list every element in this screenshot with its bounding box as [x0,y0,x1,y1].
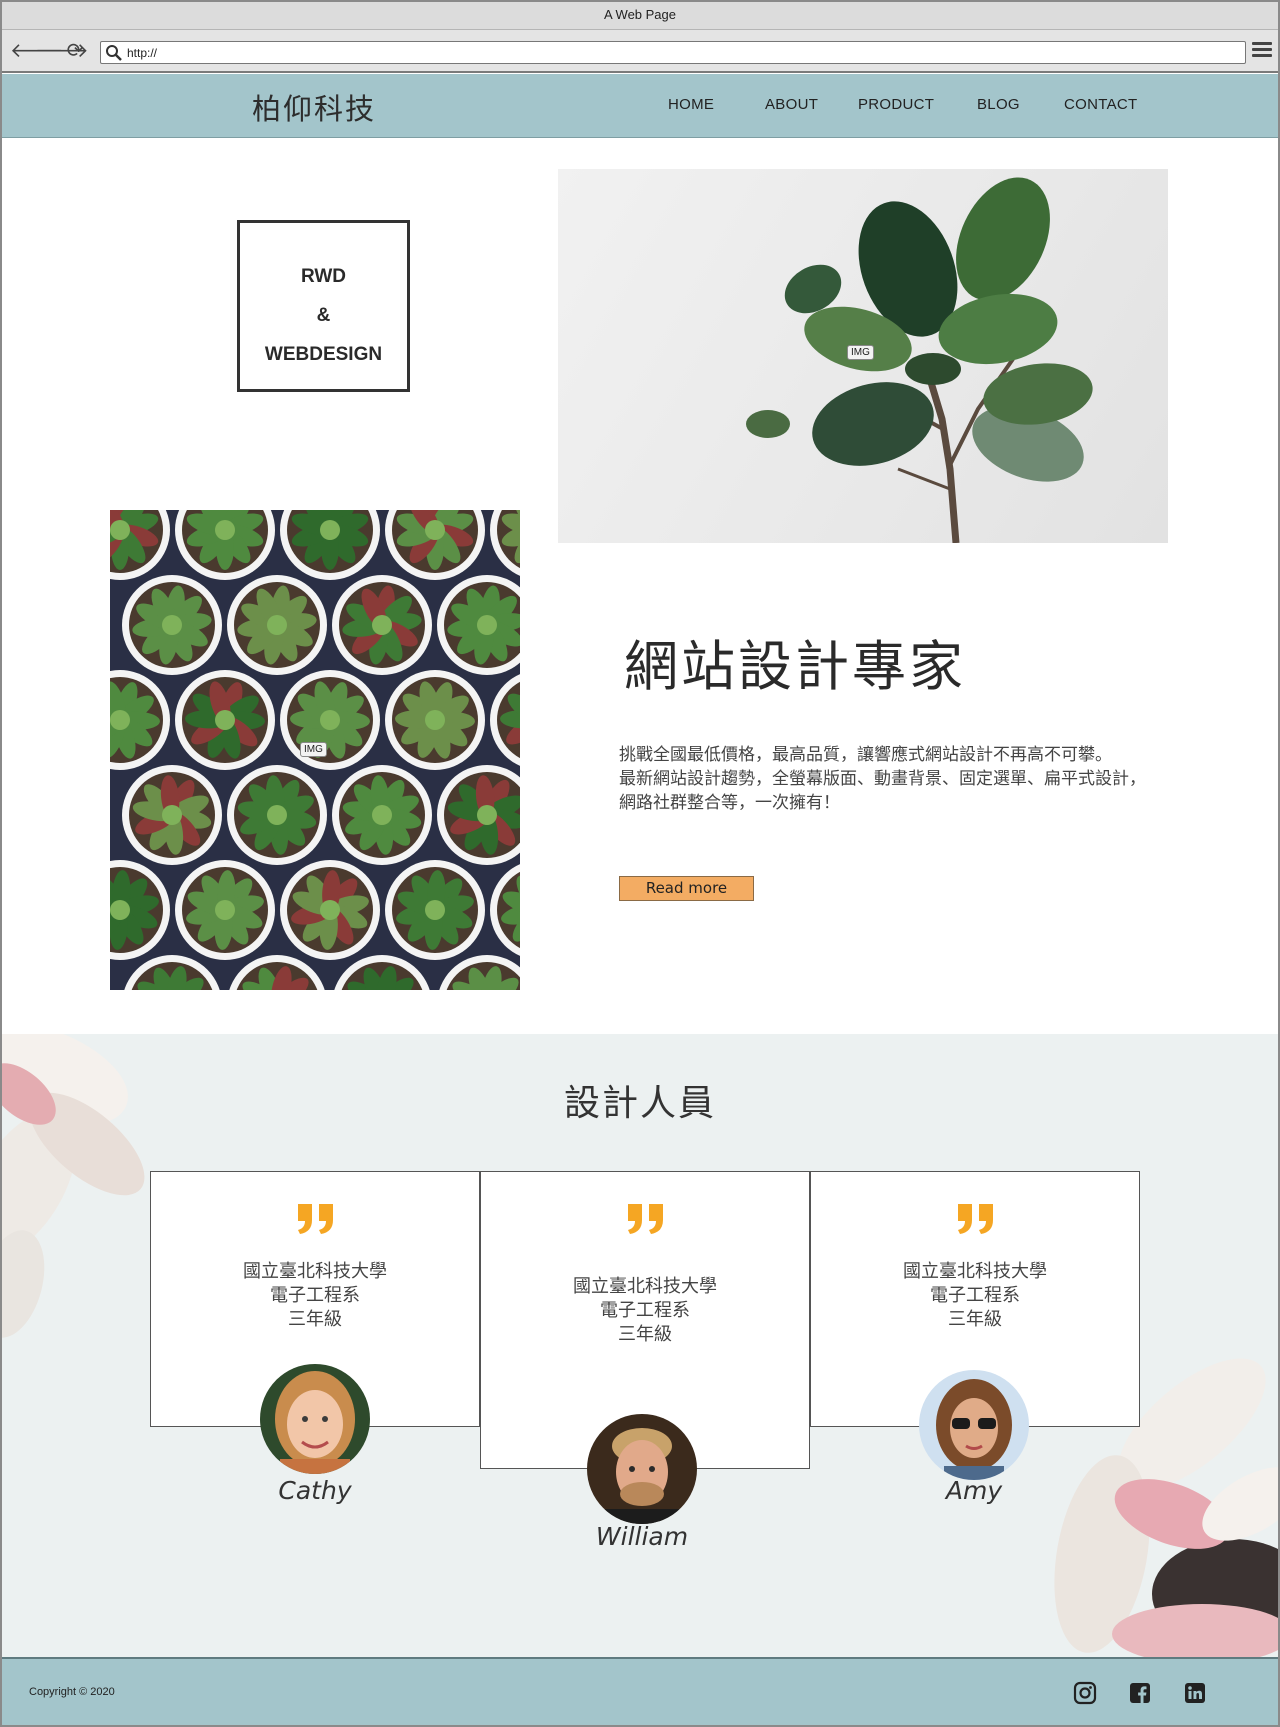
copyright-text: Copyright © 2020 [29,1686,115,1698]
member-name: William [595,1522,689,1551]
team-title: 設計人員 [563,1083,716,1124]
facebook-icon[interactable] [1128,1681,1152,1705]
address-bar[interactable] [100,41,1246,64]
site-header: 柏仰科技 HOME ABOUT PRODUCT BLOG CONTACT [2,74,1278,138]
team-section: 設計人員 國立臺北科技大學 電子工程系 三年級 國立臺北科技大學 電子工程系 三… [2,1034,1278,1657]
site-logo[interactable]: 柏仰科技 [252,86,376,128]
instagram-icon[interactable] [1073,1681,1097,1705]
member-name: Amy [945,1476,1003,1505]
badge-line: & [316,305,331,326]
nav-blog[interactable]: BLOG [977,96,1020,113]
nav-about[interactable]: ABOUT [765,96,818,113]
hero-text-line: 網路社群整合等，一次擁有！ [619,793,840,813]
hero-text-line: 挑戰全國最低價格，最高品質，讓響應式網站設計不再高不可攀。 [619,745,1112,765]
image-placeholder-tag: IMG [847,345,874,360]
window-title: A Web Page [2,2,1278,30]
portrait-image [260,1364,370,1474]
read-more-button[interactable]: Read more [619,876,754,901]
rwd-badge: RWD & WEBDESIGN [237,220,410,392]
hero-description: 挑戰全國最低價格，最高品質，讓響應式網站設計不再高不可攀。 最新網站設計趨勢，全… [619,743,1259,815]
plant-photo: IMG [558,169,1168,543]
browser-toolbar: 🡐 🡒 ⟳ [2,30,1278,73]
nav-product[interactable]: PRODUCT [858,96,934,113]
avatar-william[interactable] [587,1414,697,1524]
succulent-photo: IMG [110,510,520,990]
search-icon [106,45,122,61]
member-name: Cathy [278,1476,352,1505]
hero-text-line: 最新網站設計趨勢，全螢幕版面、動畫背景、固定選單、扁平式設計， [619,769,1146,789]
member-school: 國立臺北科技大學 電子工程系 三年級 [903,1261,1047,1330]
portrait-image [919,1370,1029,1480]
url-input[interactable] [127,44,1227,61]
image-placeholder-tag: IMG [300,742,327,757]
avatar-cathy[interactable] [260,1364,370,1474]
portrait-image [587,1414,697,1524]
nav-contact[interactable]: CONTACT [1064,96,1137,113]
quote-icon [298,1204,333,1234]
reload-icon[interactable]: ⟳ [64,40,86,62]
nav-home[interactable]: HOME [668,96,714,113]
forward-arrow-icon[interactable]: 🡒 [35,40,89,62]
hamburger-menu-icon[interactable] [1252,42,1272,60]
badge-line: RWD [300,266,347,287]
quote-icon [958,1204,993,1234]
browser-window: A Web Page 🡐 🡒 ⟳ 柏仰科技 HOME ABOUT PRODUCT… [0,0,1280,1727]
hero-title: 網站設計專家 [624,635,966,698]
site-footer: Copyright © 2020 [2,1657,1278,1725]
quote-icon [628,1204,663,1234]
member-school: 國立臺北科技大學 電子工程系 三年級 [573,1276,717,1345]
avatar-amy[interactable] [919,1370,1029,1480]
linkedin-icon[interactable] [1183,1681,1207,1705]
back-arrow-icon[interactable]: 🡐 [10,40,64,62]
badge-line: WEBDESIGN [264,344,383,365]
member-school: 國立臺北科技大學 電子工程系 三年級 [243,1261,387,1330]
